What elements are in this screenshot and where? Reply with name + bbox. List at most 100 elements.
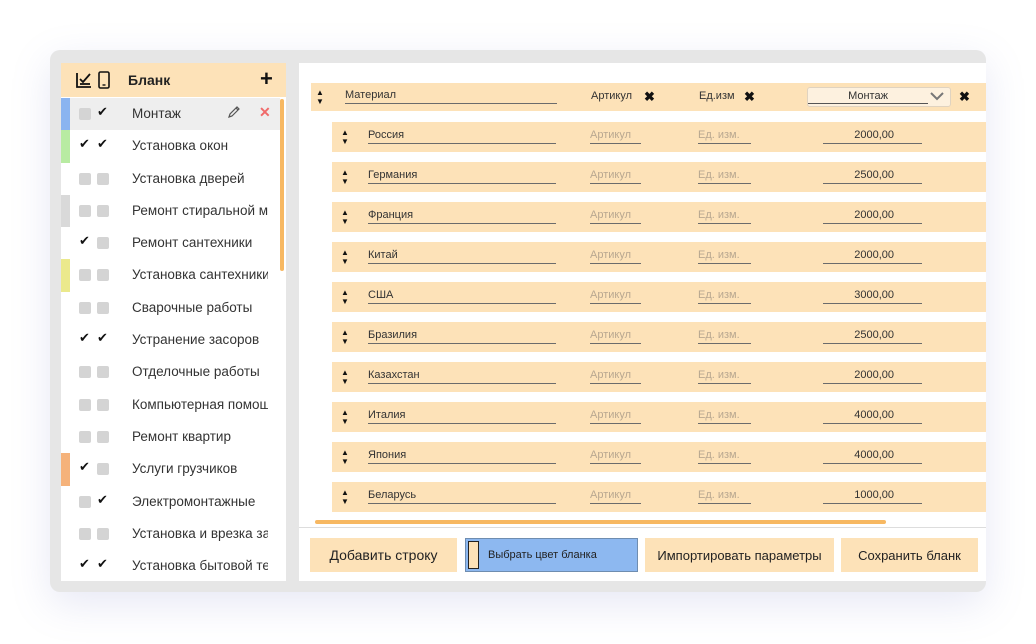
article-input[interactable]: Артикул	[590, 169, 641, 184]
phone-icon[interactable]	[98, 71, 110, 89]
article-input[interactable]: Артикул	[590, 249, 641, 264]
sidebar-item[interactable]: Установка бытовой техники	[61, 550, 280, 581]
sidebar-item[interactable]: Ремонт сантехники	[61, 227, 280, 259]
web-visibility-checkbox[interactable]	[79, 269, 91, 282]
price-input[interactable]: 2000,00	[823, 369, 922, 384]
material-input[interactable]: Китай	[368, 249, 556, 264]
close-icon[interactable]: ✕	[259, 104, 271, 121]
sidebar-item[interactable]: Ремонт квартир	[61, 421, 280, 453]
mobile-visibility-checkbox[interactable]	[97, 366, 109, 379]
import-params-button[interactable]: Импортировать параметры	[645, 538, 834, 572]
web-visibility-checkbox[interactable]	[79, 108, 91, 120]
price-input[interactable]: 2500,00	[823, 329, 922, 344]
price-input[interactable]: 3000,00	[823, 289, 922, 304]
sidebar-scrollbar[interactable]	[280, 99, 284, 271]
mobile-visibility-checkbox[interactable]	[97, 269, 109, 282]
pencil-icon[interactable]	[227, 105, 241, 119]
save-form-button[interactable]: Сохранить бланк	[841, 538, 978, 572]
sidebar-item[interactable]: Установка дверей	[61, 163, 280, 195]
horizontal-scrollbar[interactable]	[315, 520, 886, 524]
mobile-visibility-checkbox[interactable]	[97, 204, 109, 217]
sort-arrows-icon[interactable]: ▲ ▼	[341, 248, 349, 266]
remove-unit-column-icon[interactable]: ✖	[744, 89, 755, 105]
web-visibility-checkbox[interactable]	[79, 234, 91, 249]
sort-arrows-icon[interactable]: ▲ ▼	[316, 88, 324, 106]
material-input[interactable]: Россия	[368, 129, 556, 144]
material-input[interactable]: Франция	[368, 209, 556, 224]
web-visibility-checkbox[interactable]	[79, 137, 91, 152]
sort-arrows-icon[interactable]: ▲ ▼	[341, 128, 349, 146]
sort-arrows-icon[interactable]: ▲ ▼	[341, 328, 349, 346]
web-visibility-checkbox[interactable]	[79, 301, 91, 314]
price-input[interactable]: 2500,00	[823, 169, 922, 184]
unit-input[interactable]: Ед. изм.	[698, 129, 751, 144]
sort-arrows-icon[interactable]: ▲ ▼	[341, 288, 349, 306]
mobile-visibility-checkbox[interactable]	[97, 430, 109, 443]
sidebar-item[interactable]: Установка окон	[61, 130, 280, 163]
unit-input[interactable]: Ед. изм.	[698, 209, 751, 224]
add-row-button[interactable]: Добавить строку	[310, 538, 457, 572]
mobile-visibility-checkbox[interactable]	[97, 301, 109, 314]
pick-color-button[interactable]: Выбрать цвет бланка	[465, 538, 638, 572]
mobile-visibility-checkbox[interactable]	[97, 105, 109, 120]
article-input[interactable]: Артикул	[590, 449, 641, 464]
unit-input[interactable]: Ед. изм.	[698, 489, 751, 504]
mobile-visibility-checkbox[interactable]	[97, 527, 109, 540]
article-input[interactable]: Артикул	[590, 409, 641, 424]
mobile-visibility-checkbox[interactable]	[97, 493, 109, 508]
price-input[interactable]: 4000,00	[823, 449, 922, 464]
chevron-down-icon[interactable]	[930, 90, 944, 102]
sidebar-item[interactable]: Сварочные работы	[61, 292, 280, 324]
web-visibility-checkbox[interactable]	[79, 366, 91, 379]
web-visibility-checkbox[interactable]	[79, 527, 91, 540]
add-form-button[interactable]: +	[260, 67, 273, 91]
sort-arrows-icon[interactable]: ▲ ▼	[341, 168, 349, 186]
web-visibility-checkbox[interactable]	[79, 430, 91, 443]
web-visibility-checkbox[interactable]	[79, 204, 91, 217]
web-visibility-checkbox[interactable]	[79, 331, 91, 346]
article-input[interactable]: Артикул	[590, 329, 641, 344]
sort-arrows-icon[interactable]: ▲ ▼	[341, 368, 349, 386]
web-visibility-checkbox[interactable]	[79, 460, 91, 475]
price-input[interactable]: 1000,00	[823, 489, 922, 504]
material-input[interactable]: Бразилия	[368, 329, 556, 344]
mobile-visibility-checkbox[interactable]	[97, 137, 109, 152]
mobile-visibility-checkbox[interactable]	[97, 463, 109, 476]
article-input[interactable]: Артикул	[590, 209, 641, 224]
unit-input[interactable]: Ед. изм.	[698, 449, 751, 464]
price-input[interactable]: 2000,00	[823, 249, 922, 264]
material-input[interactable]: Казахстан	[368, 369, 556, 384]
form-select[interactable]: Монтаж	[807, 87, 951, 107]
sidebar-item[interactable]: Установка и врезка замков	[61, 518, 280, 550]
unit-input[interactable]: Ед. изм.	[698, 369, 751, 384]
material-input[interactable]: Италия	[368, 409, 556, 424]
sort-arrows-icon[interactable]: ▲ ▼	[341, 488, 349, 506]
sidebar-item[interactable]: Услуги грузчиков	[61, 453, 280, 486]
mobile-visibility-checkbox[interactable]	[97, 398, 109, 411]
sidebar-item[interactable]: Электромонтажные	[61, 486, 280, 518]
article-input[interactable]: Артикул	[590, 369, 641, 384]
material-input[interactable]: Япония	[368, 449, 556, 464]
unit-input[interactable]: Ед. изм.	[698, 169, 751, 184]
material-input[interactable]: США	[368, 289, 556, 304]
sidebar-item[interactable]: Отделочные работы	[61, 356, 280, 388]
sidebar-item[interactable]: Компьютерная помощь	[61, 389, 280, 421]
unit-input[interactable]: Ед. изм.	[698, 329, 751, 344]
mobile-visibility-checkbox[interactable]	[97, 557, 109, 572]
unit-input[interactable]: Ед. изм.	[698, 249, 751, 264]
article-input[interactable]: Артикул	[590, 129, 641, 144]
remove-form-column-icon[interactable]: ✖	[959, 89, 970, 105]
mobile-visibility-checkbox[interactable]	[97, 172, 109, 185]
article-input[interactable]: Артикул	[590, 489, 641, 504]
web-visibility-checkbox[interactable]	[79, 557, 91, 572]
price-input[interactable]: 2000,00	[823, 209, 922, 224]
remove-article-column-icon[interactable]: ✖	[644, 89, 655, 105]
web-visibility-checkbox[interactable]	[79, 172, 91, 185]
unit-input[interactable]: Ед. изм.	[698, 289, 751, 304]
checklist-icon[interactable]	[75, 71, 93, 89]
unit-input[interactable]: Ед. изм.	[698, 409, 751, 424]
sidebar-item[interactable]: Установка сантехники	[61, 259, 280, 292]
mobile-visibility-checkbox[interactable]	[97, 331, 109, 346]
sidebar-item[interactable]: Монтаж ✕	[61, 98, 280, 131]
sort-arrows-icon[interactable]: ▲ ▼	[341, 208, 349, 226]
